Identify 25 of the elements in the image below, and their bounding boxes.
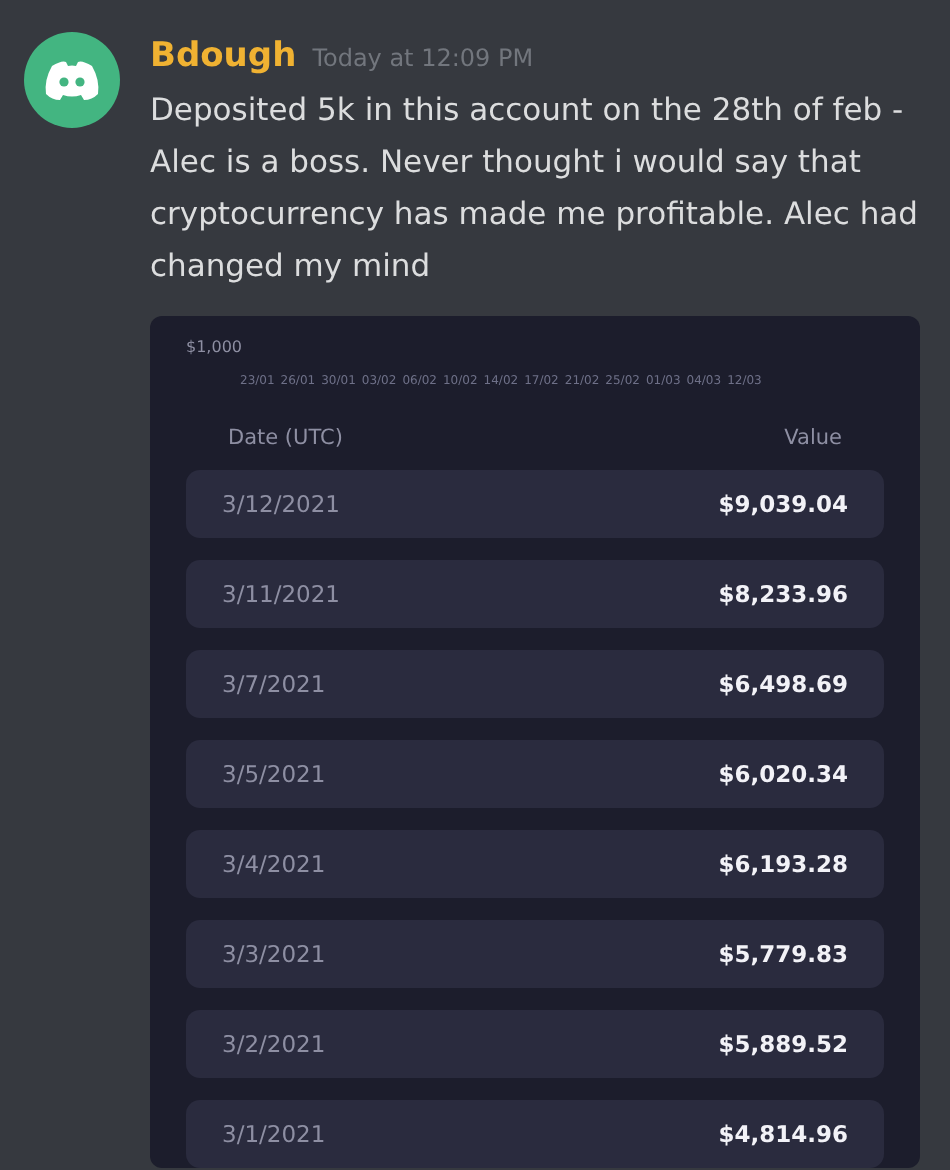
date-cell: 3/4/2021 bbox=[222, 847, 326, 882]
date-cell: 3/7/2021 bbox=[222, 667, 326, 702]
author-name[interactable]: Bdough bbox=[150, 32, 297, 83]
value-cell: $5,779.83 bbox=[718, 937, 848, 972]
date-cell: 3/11/2021 bbox=[222, 577, 340, 612]
value-cell: $8,233.96 bbox=[718, 577, 848, 612]
chart-axis-label: $1,000 bbox=[186, 335, 244, 359]
column-header: Date (UTC) bbox=[228, 423, 343, 453]
date-cell: 3/1/2021 bbox=[222, 1117, 326, 1152]
message-timestamp: Today at 12:09 PM bbox=[312, 42, 534, 76]
value-cell: $9,039.04 bbox=[718, 487, 848, 522]
date-cell: 3/5/2021 bbox=[222, 757, 326, 792]
date-cell: 3/2/2021 bbox=[222, 1027, 326, 1062]
controller-logo-icon bbox=[44, 59, 100, 101]
value-cell: $4,814.96 bbox=[718, 1117, 848, 1152]
value-cell: $6,498.69 bbox=[718, 667, 848, 702]
value-cell: $6,193.28 bbox=[718, 847, 848, 882]
date-cell: 3/3/2021 bbox=[222, 937, 326, 972]
value-cell: $6,020.34 bbox=[718, 757, 848, 792]
embedded-screenshot[interactable] bbox=[150, 315, 920, 1167]
message-text: Deposited 5k in this account on the 28th of feb - Alec is a boss. Never thought i would say that cryptocurrency has made me profitable. Alec had changed my mind bbox=[150, 89, 920, 287]
date-cell: 3/12/2021 bbox=[222, 487, 340, 522]
value-cell: $5,889.52 bbox=[718, 1027, 848, 1062]
avatar[interactable] bbox=[24, 32, 120, 128]
column-header: Value bbox=[784, 423, 842, 453]
